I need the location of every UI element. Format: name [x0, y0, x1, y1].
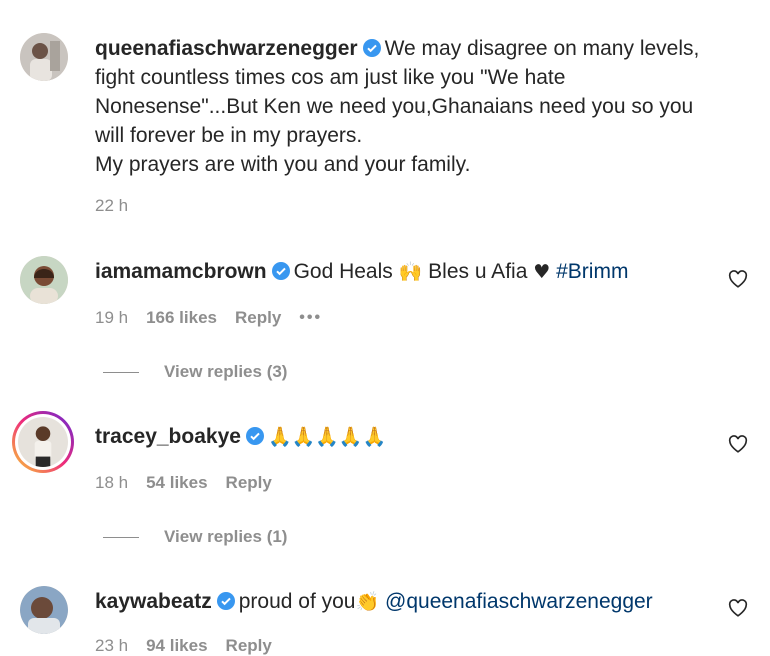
avatar[interactable] — [20, 256, 68, 304]
avatar[interactable] — [20, 586, 68, 634]
timestamp[interactable]: 19 h — [95, 308, 128, 328]
comment-text-line: will forever be in my prayers. — [95, 124, 363, 147]
verified-badge-icon — [362, 39, 381, 57]
view-replies-button[interactable]: View replies (3) — [103, 362, 287, 382]
comment-body: tracey_boakye 🙏🙏🙏🙏🙏 — [95, 422, 735, 452]
username[interactable]: queenafiaschwarzenegger — [95, 37, 358, 60]
likes-count[interactable]: 94 likes — [146, 636, 207, 656]
heart-outline-icon[interactable] — [728, 599, 748, 617]
avatar-with-story-ring[interactable] — [12, 411, 74, 473]
comment-text: God Heals — [293, 260, 393, 283]
username[interactable]: kaywabeatz — [95, 590, 212, 613]
comment-text-line: My prayers are with you and your family. — [95, 153, 471, 176]
raising-hands-emoji: 🙌 — [398, 261, 423, 283]
hashtag-link[interactable]: #Brimm — [556, 260, 628, 283]
comment-body: iamamamcbrown God Heals 🙌 Bles u Afia ♥ #… — [95, 257, 735, 287]
comment-text-line: fight countless times cos am just like y… — [95, 66, 566, 89]
verified-badge-icon — [245, 427, 264, 445]
comment-text: proud of you — [238, 590, 356, 613]
folded-hands-emoji: 🙏🙏🙏🙏🙏 — [267, 426, 387, 448]
avatar[interactable] — [20, 33, 68, 81]
timestamp[interactable]: 22 h — [95, 196, 128, 216]
mention-link[interactable]: @queenafiaschwarzenegger — [385, 590, 653, 613]
more-options-icon[interactable]: ••• — [299, 309, 322, 327]
comment-meta: 23 h 94 likes Reply — [95, 636, 272, 656]
reply-button[interactable]: Reply — [235, 308, 281, 328]
verified-badge-icon — [271, 262, 290, 280]
comment-meta: 19 h 166 likes Reply ••• — [95, 308, 322, 328]
timestamp[interactable]: 18 h — [95, 473, 128, 493]
likes-count[interactable]: 54 likes — [146, 473, 207, 493]
likes-count[interactable]: 166 likes — [146, 308, 217, 328]
timestamp[interactable]: 23 h — [95, 636, 128, 656]
comment-text: Bles u Afia — [428, 260, 528, 283]
divider — [103, 536, 139, 538]
comment-meta: 22 h — [95, 196, 128, 216]
black-heart-emoji: ♥ — [533, 261, 551, 283]
heart-outline-icon[interactable] — [728, 270, 748, 288]
comment-body: queenafiaschwarzenegger We may disagree o… — [95, 34, 735, 179]
divider — [103, 371, 139, 373]
clapping-hands-emoji: 👏 — [355, 591, 380, 613]
comment-text-line: We may disagree on many levels, — [384, 37, 700, 60]
heart-outline-icon[interactable] — [728, 435, 748, 453]
reply-button[interactable]: Reply — [226, 473, 272, 493]
comment-text-line: Nonesense"...But Ken we need you,Ghanaia… — [95, 95, 694, 118]
view-replies-label: View replies (1) — [164, 527, 288, 546]
view-replies-label: View replies (3) — [164, 362, 288, 381]
view-replies-button[interactable]: View replies (1) — [103, 527, 287, 547]
reply-button[interactable]: Reply — [226, 636, 272, 656]
username[interactable]: iamamamcbrown — [95, 260, 267, 283]
verified-badge-icon — [216, 592, 235, 610]
username[interactable]: tracey_boakye — [95, 425, 241, 448]
comment-meta: 18 h 54 likes Reply — [95, 473, 272, 493]
comment-body: kaywabeatz proud of you👏 @queenafiaschwar… — [95, 587, 735, 617]
